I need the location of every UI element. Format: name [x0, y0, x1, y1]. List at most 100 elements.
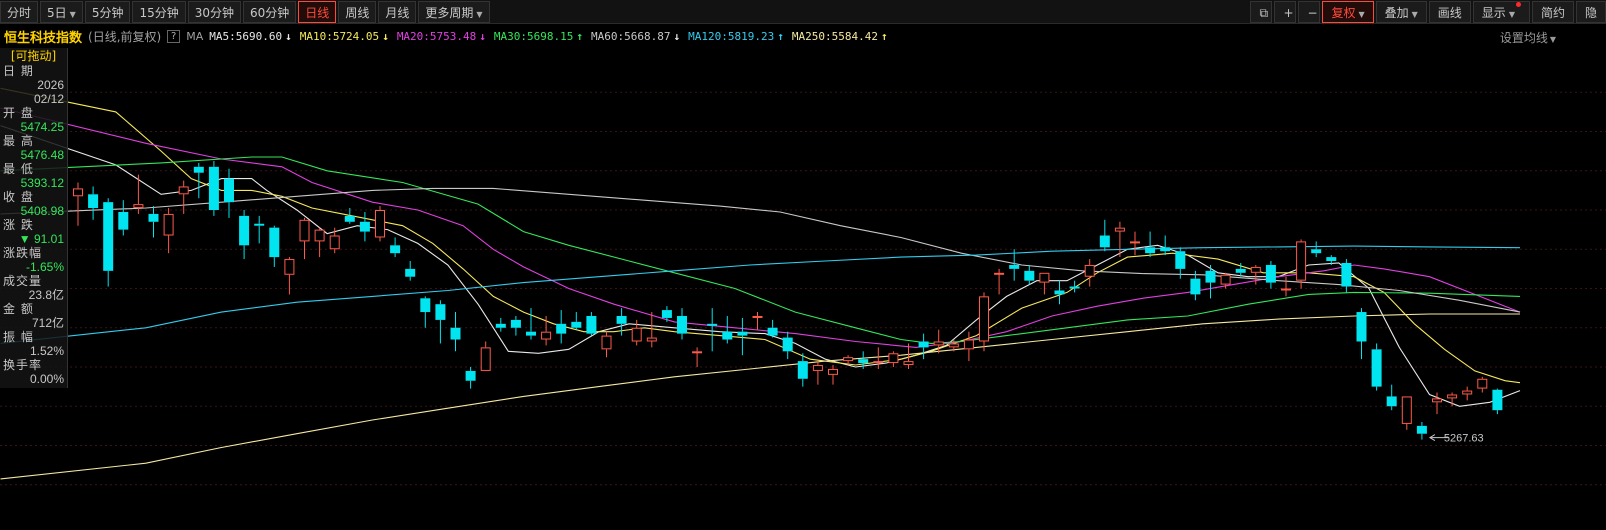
candle-body-up: [541, 331, 552, 340]
index-name: 恒生科技指数: [4, 30, 83, 46]
ma-settings-button[interactable]: 设置均线 ▼: [1500, 29, 1556, 46]
period-button-label: 周线: [345, 6, 370, 20]
candle-body-up: [163, 213, 174, 236]
period-button[interactable]: 5分钟: [84, 1, 131, 23]
period-button-label: 30分钟: [194, 6, 235, 20]
candle-body-down: [1492, 389, 1503, 411]
candle-body-up: [646, 337, 657, 342]
period-button[interactable]: 15分钟: [132, 1, 186, 23]
zoom-in-icon[interactable]: +: [1274, 1, 1297, 23]
ma-value: MA5:5690.60 ↓: [209, 30, 291, 43]
candle-body-down: [1265, 264, 1276, 283]
screen-mode-icon[interactable]: ⧉: [1250, 1, 1273, 23]
candle-body-down: [359, 221, 370, 232]
candle-body-down: [586, 315, 597, 334]
huaxian-button[interactable]: 画线: [1428, 1, 1471, 23]
period-button-label: 60分钟: [250, 6, 290, 20]
kline-plot-area[interactable]: 5267.63: [0, 48, 1606, 530]
period-button[interactable]: 日线: [298, 1, 337, 23]
ma-line-ma5: [0, 125, 1521, 407]
candle-body-down: [1356, 312, 1367, 342]
ma-label: MA5:5690.60: [209, 29, 283, 43]
kline-chart[interactable]: 5267.63: [0, 48, 1606, 530]
candle-body-down: [526, 331, 536, 336]
zoom-out-icon[interactable]: −: [1298, 1, 1321, 23]
panel-value: 5474.25: [20, 120, 64, 134]
yin-button[interactable]: 隐: [1575, 1, 1606, 23]
period-buttons: 分时 5日 ▼ 5分钟 15分钟 30分钟 60分钟 日线 周线 月线 更多周期 ▼: [0, 0, 492, 24]
ma-value: MA120:5819.23 ↑: [688, 30, 784, 43]
candle-body-up: [752, 315, 763, 318]
panel-value: 2026: [37, 78, 64, 92]
diejia-label: 叠加: [1384, 6, 1409, 20]
candle-body-up: [979, 296, 989, 342]
candle-body-down: [1416, 425, 1427, 434]
candle-body-down: [420, 298, 431, 313]
period-button-label: 更多周期: [425, 6, 474, 20]
candle-body-up: [888, 353, 899, 364]
candle-body-down: [1054, 290, 1065, 295]
ma-label: MA30:5698.15: [493, 29, 574, 43]
xianshi-button[interactable]: 显示 ▼: [1472, 1, 1530, 23]
candle-body-up: [1462, 390, 1473, 395]
quote-data-panel[interactable]: [可拖动] 日 期 2026 02/12 开 盘 5474.25 最 高 5476.48 最 …: [0, 48, 68, 388]
period-button[interactable]: 5日 ▼: [40, 1, 83, 23]
period-button[interactable]: 分时: [0, 1, 39, 23]
candle-body-up: [480, 347, 491, 371]
help-icon[interactable]: ?: [167, 29, 181, 43]
candle-body-up: [963, 339, 974, 350]
candle-body-down: [1311, 249, 1322, 254]
candle-body-up: [329, 235, 340, 250]
candle-body-down: [239, 215, 250, 246]
chevron-down-icon: ▼: [1549, 35, 1556, 44]
chevron-down-icon: ▼: [476, 10, 483, 19]
ma-label: MA20:5753.48: [396, 29, 477, 43]
candle-body-up: [601, 335, 612, 350]
panel-value: 0.00%: [29, 372, 64, 386]
chevron-down-icon: ▼: [1411, 10, 1418, 19]
candle-body-down: [1190, 278, 1201, 295]
candle-body-up: [843, 357, 854, 362]
trend-arrow-icon: ↓: [285, 29, 292, 43]
trend-arrow-icon: ↓: [382, 29, 389, 43]
panel-value: 712亿: [31, 316, 64, 330]
period-button[interactable]: 周线: [338, 1, 377, 23]
candle-body-up: [1281, 288, 1291, 291]
candle-body-down: [269, 227, 280, 258]
candle-body-down: [390, 245, 401, 254]
candle-body-up: [948, 343, 959, 348]
ma-info-bar: 恒生科技指数 (日线,前复权) ? MA MA5:5690.60 ↓ MA10:57…: [0, 25, 1606, 47]
low-annotation-label: 5267.63: [1444, 433, 1484, 445]
candle-body-up: [1432, 398, 1442, 403]
panel-label: 金 额: [3, 302, 34, 316]
fuquan-button[interactable]: 复权 ▼: [1322, 1, 1374, 23]
ma-value: MA20:5753.48 ↓: [397, 30, 486, 43]
candle-body-up: [178, 186, 189, 195]
candle-body-up: [873, 361, 884, 364]
chevron-down-icon: ▼: [69, 10, 76, 19]
period-button[interactable]: 更多周期 ▼: [418, 1, 490, 23]
ma-label: MA10:5724.05: [299, 29, 380, 43]
panel-label: 开 盘: [3, 106, 34, 120]
period-button[interactable]: 月线: [378, 1, 417, 23]
candle-body-up: [1447, 394, 1458, 399]
candle-body-down: [1009, 264, 1020, 269]
diejia-button[interactable]: 叠加 ▼: [1375, 1, 1427, 23]
panel-label: 最 高: [3, 134, 34, 148]
candle-body-down: [722, 331, 733, 340]
candle-body-up: [1296, 241, 1307, 281]
candle-body-down: [1024, 270, 1035, 281]
candle-body-down: [797, 361, 808, 379]
panel-label: 振 幅: [3, 330, 34, 344]
trend-arrow-icon: ↑: [777, 29, 784, 43]
jianyue-button[interactable]: 简约: [1531, 1, 1574, 23]
candle-body-down: [405, 268, 416, 277]
tool-buttons: ⧉ + − 复权 ▼ 叠加 ▼ 画线 显示 ▼ 简约 隐: [1250, 0, 1606, 24]
ma-label: MA60:5668.87: [591, 29, 671, 43]
candle-body-down: [661, 310, 672, 318]
period-button-label: 日线: [305, 6, 330, 20]
period-button[interactable]: 30分钟: [187, 1, 242, 23]
candle-body-up: [133, 204, 144, 209]
period-button[interactable]: 60分钟: [243, 1, 297, 23]
candle-body-up: [314, 229, 325, 242]
